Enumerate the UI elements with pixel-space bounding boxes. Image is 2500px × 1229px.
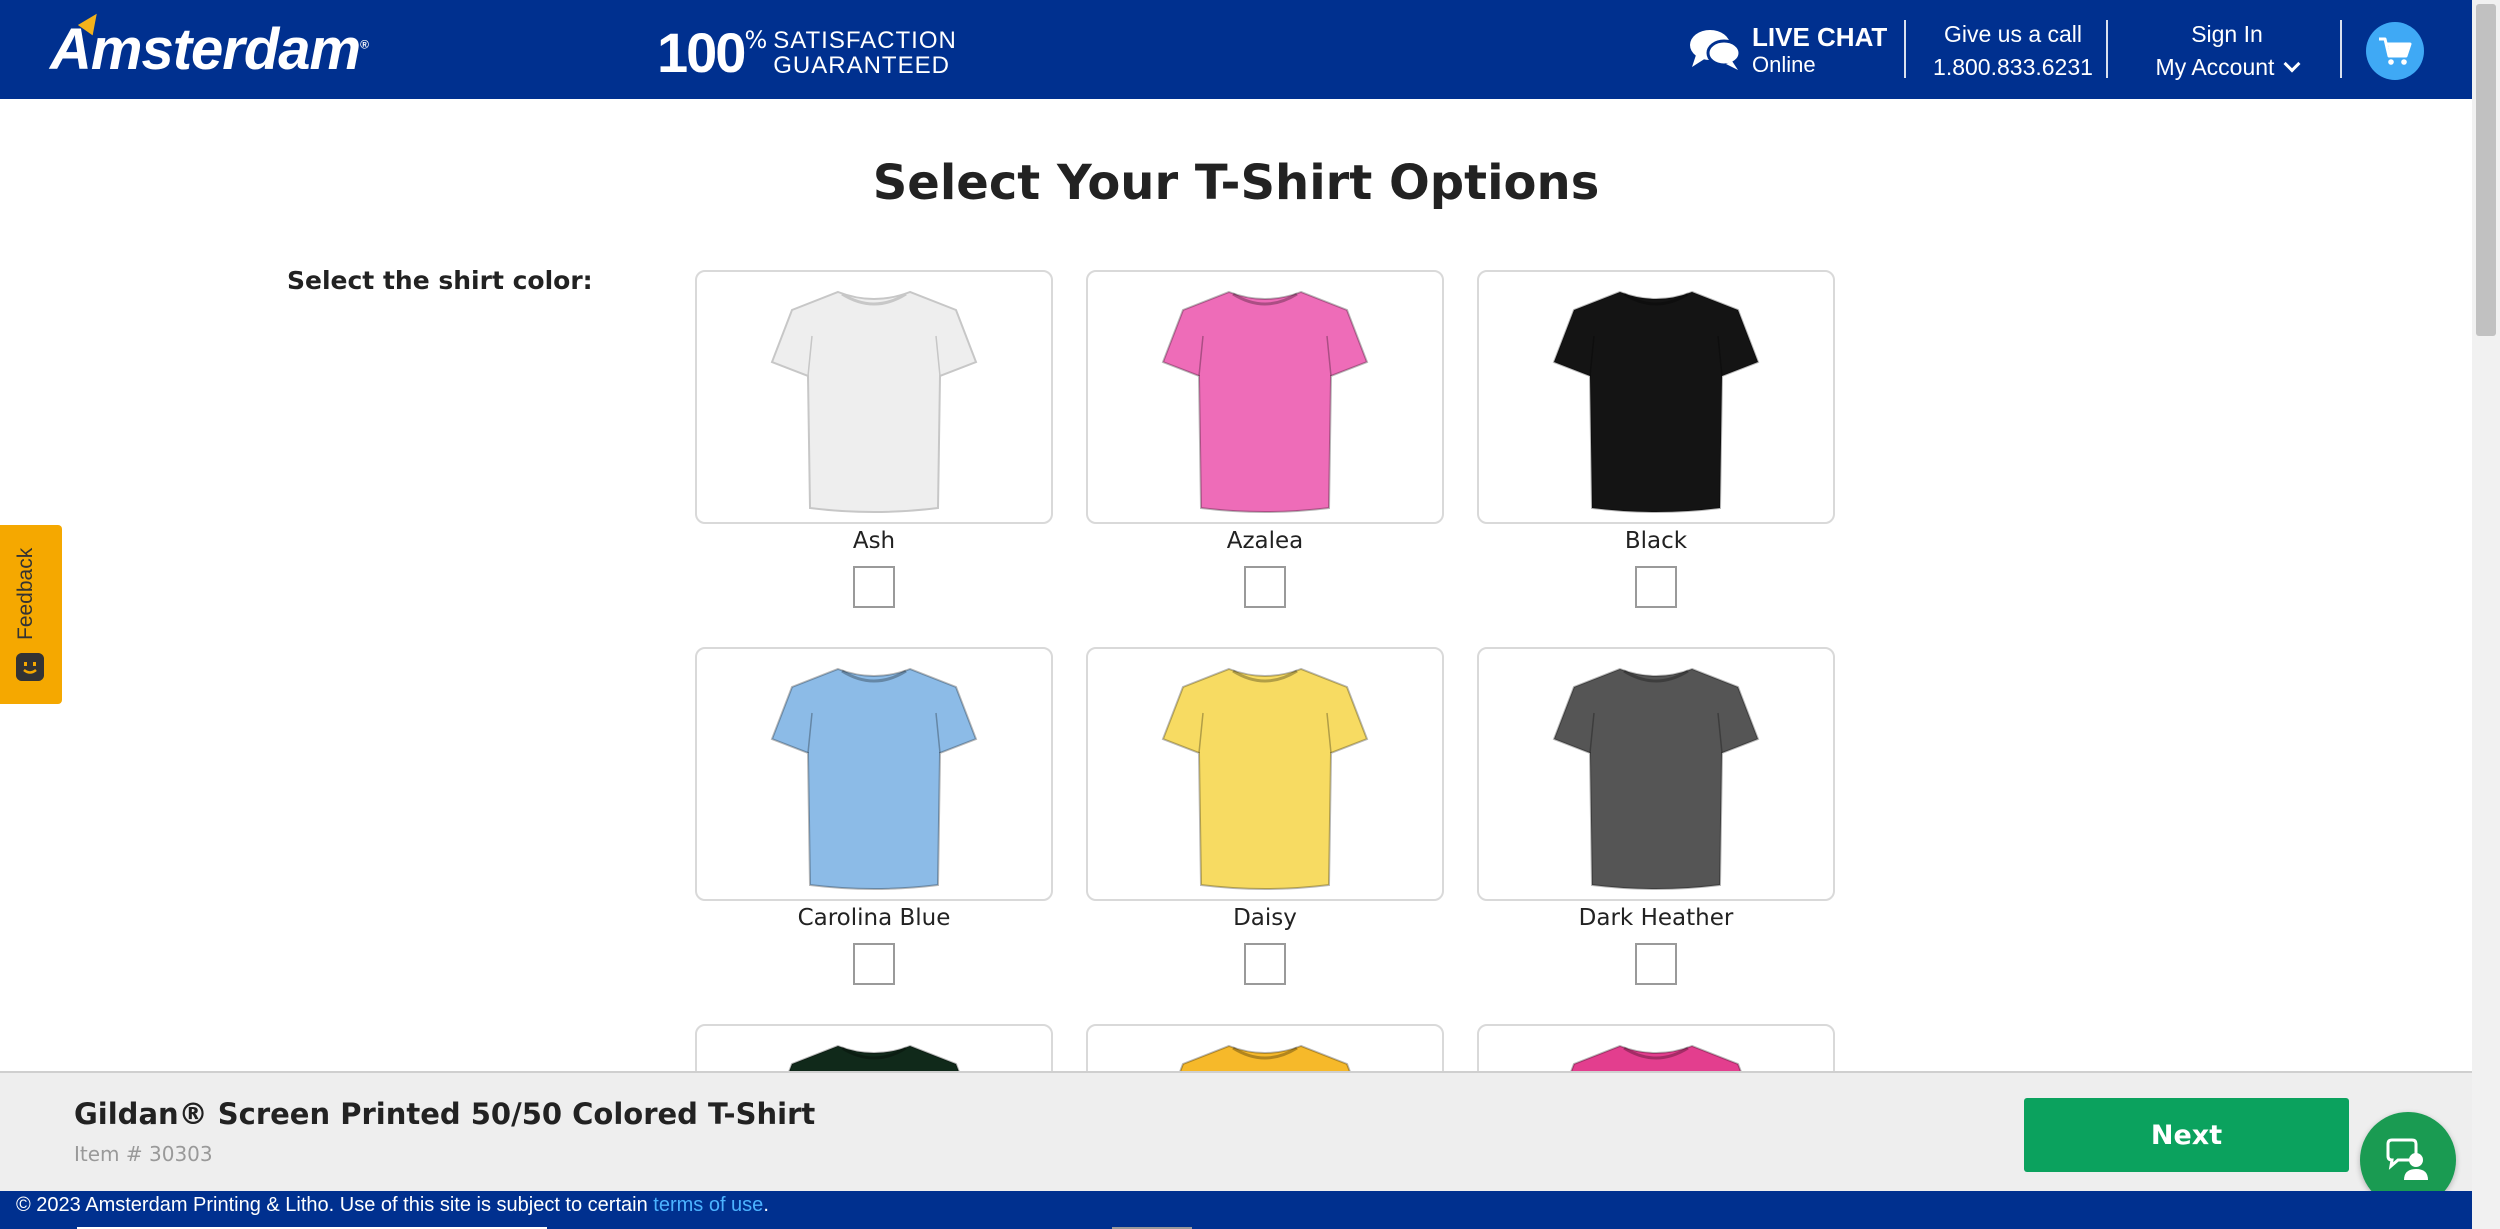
tshirt-image bbox=[1159, 284, 1371, 514]
shirt-color-name: Carolina Blue bbox=[797, 905, 951, 931]
live-chat-link[interactable]: LIVE CHAT Online bbox=[1688, 22, 1887, 78]
shopping-cart-icon bbox=[2379, 37, 2412, 65]
footer-end: . bbox=[763, 1194, 769, 1216]
chat-agent-icon bbox=[2386, 1138, 2428, 1180]
sign-in-link[interactable]: Sign In bbox=[2142, 18, 2312, 51]
shirt-swatch-card[interactable] bbox=[695, 270, 1053, 524]
product-name: Gildan® Screen Printed 50/50 Colored T-S… bbox=[74, 1097, 816, 1131]
shirt-color-name: Ash bbox=[852, 528, 896, 554]
page-scrollbar[interactable] bbox=[2472, 0, 2500, 1229]
call-label: Give us a call bbox=[1943, 21, 2083, 47]
shirt-swatch-card[interactable] bbox=[1477, 647, 1835, 901]
logo-text: Amsterdam bbox=[50, 17, 361, 82]
terms-of-use-link[interactable]: terms of use bbox=[653, 1194, 763, 1216]
account-menu[interactable]: Sign In My Account bbox=[2142, 18, 2312, 84]
logo-registered-mark: ® bbox=[360, 37, 369, 52]
my-account-dropdown[interactable]: My Account bbox=[2142, 51, 2312, 84]
scrollbar-thumb[interactable] bbox=[2476, 4, 2496, 336]
my-account-label: My Account bbox=[2155, 54, 2275, 80]
site-footer: © 2023 Amsterdam Printing & Litho. Use o… bbox=[0, 1191, 2472, 1229]
shirt-color-checkbox[interactable] bbox=[853, 566, 895, 608]
product-item-number: Item # 30303 bbox=[74, 1142, 213, 1166]
footer-copyright: © 2023 Amsterdam Printing & Litho. Use o… bbox=[16, 1194, 654, 1216]
amsterdam-logo[interactable]: Amsterdam® bbox=[50, 16, 369, 83]
site-header: Amsterdam® 100 % SATISFACTION GUARANTEED… bbox=[0, 0, 2472, 99]
shirt-color-checkbox[interactable] bbox=[1244, 943, 1286, 985]
guarantee-line-1: SATISFACTION bbox=[773, 26, 957, 54]
guarantee-percent: 100 bbox=[657, 21, 746, 84]
header-divider bbox=[2340, 20, 2342, 78]
header-divider bbox=[2106, 20, 2108, 78]
guarantee-percent-sign: % bbox=[744, 26, 768, 54]
next-button[interactable]: Next bbox=[2024, 1098, 2349, 1172]
guarantee-text: SATISFACTION GUARANTEED bbox=[773, 28, 957, 78]
shirt-color-checkbox[interactable] bbox=[1635, 943, 1677, 985]
guarantee-line-2: GUARANTEED bbox=[773, 51, 950, 79]
shirt-color-checkbox[interactable] bbox=[1244, 566, 1286, 608]
shirt-color-checkbox[interactable] bbox=[853, 943, 895, 985]
live-chat-status: Online bbox=[1752, 52, 1816, 77]
shirt-swatch-card[interactable] bbox=[695, 647, 1053, 901]
chat-bubbles-icon bbox=[1690, 30, 1742, 70]
page-title: Select Your T-Shirt Options bbox=[872, 155, 1600, 211]
shirt-swatch-card[interactable] bbox=[1086, 647, 1444, 901]
shirt-color-name: Dark Heather bbox=[1578, 905, 1734, 931]
feedback-face-icon bbox=[16, 653, 44, 681]
feedback-label: Feedback bbox=[14, 547, 37, 640]
tshirt-image bbox=[1550, 661, 1762, 891]
feedback-tab[interactable]: Feedback bbox=[0, 525, 62, 704]
shirt-color-name: Black bbox=[1624, 528, 1688, 554]
tshirt-image bbox=[768, 661, 980, 891]
product-bar: Gildan® Screen Printed 50/50 Colored T-S… bbox=[0, 1071, 2472, 1191]
shirt-color-name: Azalea bbox=[1226, 528, 1304, 554]
header-divider bbox=[1904, 20, 1906, 78]
shirt-swatch-card[interactable] bbox=[1477, 270, 1835, 524]
tshirt-image bbox=[1159, 661, 1371, 891]
shirt-color-checkbox[interactable] bbox=[1635, 566, 1677, 608]
tshirt-image bbox=[768, 284, 980, 514]
chevron-down-icon bbox=[2283, 55, 2301, 73]
satisfaction-guarantee: 100 % SATISFACTION GUARANTEED bbox=[657, 20, 957, 85]
shirt-swatch-card[interactable] bbox=[1086, 270, 1444, 524]
call-number: 1.800.833.6231 bbox=[1933, 54, 2093, 80]
cart-button[interactable] bbox=[2366, 22, 2424, 80]
shirt-color-label: Select the shirt color: bbox=[287, 266, 593, 295]
shirt-color-name: Daisy bbox=[1233, 905, 1297, 931]
live-chat-title: LIVE CHAT bbox=[1752, 22, 1888, 52]
tshirt-image bbox=[1550, 284, 1762, 514]
call-us-link[interactable]: Give us a call 1.800.833.6231 bbox=[1928, 18, 2098, 84]
